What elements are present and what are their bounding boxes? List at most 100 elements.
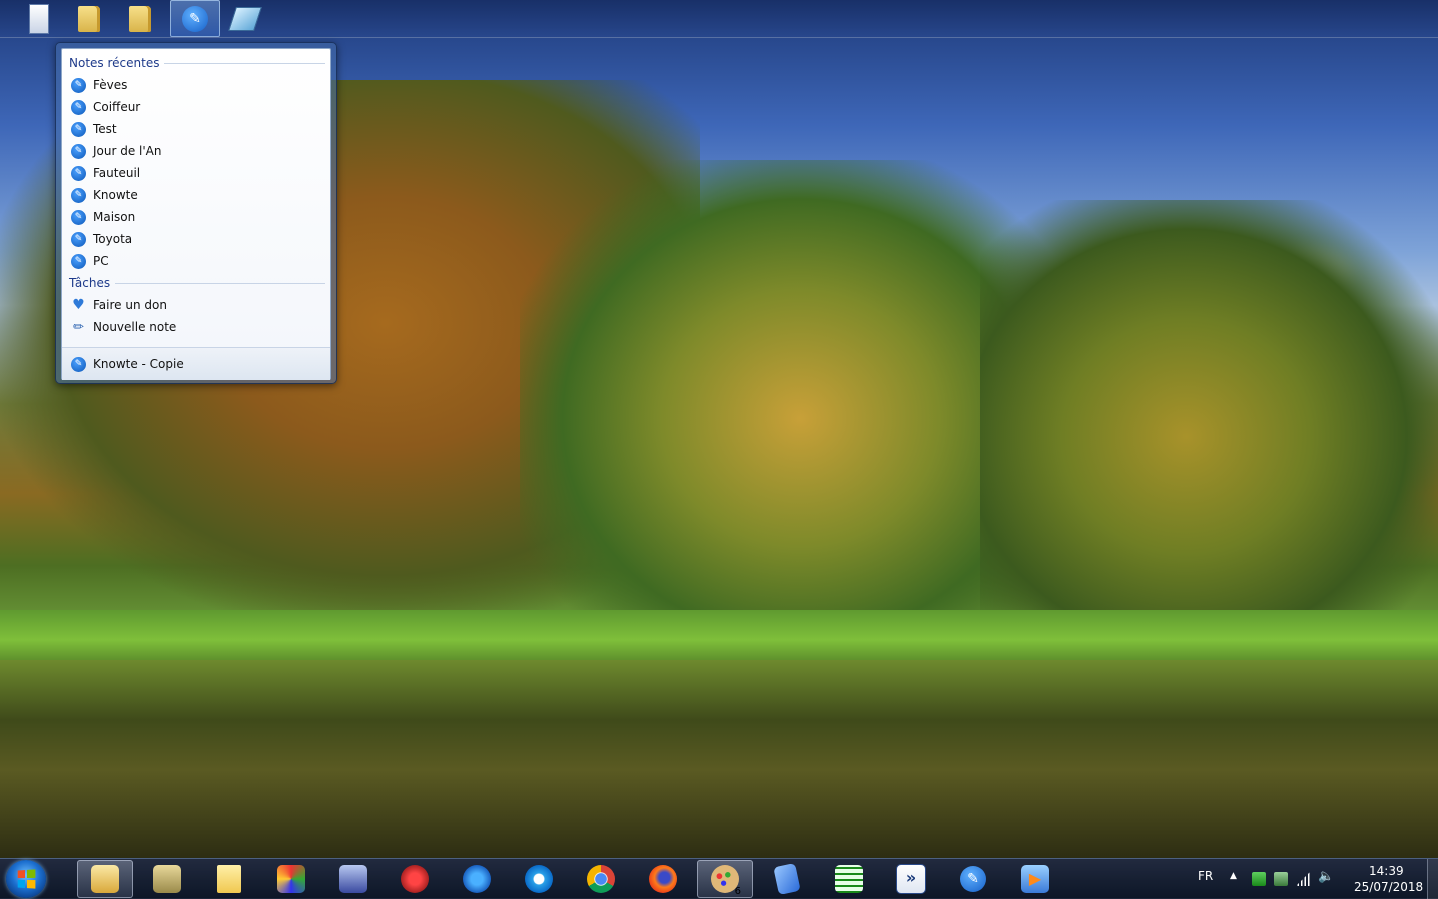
recent-note-item[interactable]: ✎ Knowte xyxy=(68,184,324,206)
recent-note-label: Coiffeur xyxy=(93,100,141,114)
clock-date[interactable]: 25/07/2018 xyxy=(1354,880,1423,894)
recent-note-item[interactable]: ✎ Coiffeur xyxy=(68,96,324,118)
scanner-icon xyxy=(339,865,367,893)
windows-logo-icon xyxy=(17,869,36,889)
taskbar-scanner[interactable] xyxy=(325,860,381,898)
taskbar-knowte[interactable]: ✎ xyxy=(945,860,1001,898)
tray-expand-arrow-icon[interactable]: ▲ xyxy=(1230,871,1237,881)
chrome-icon xyxy=(587,865,615,893)
task-label: Nouvelle note xyxy=(93,320,177,334)
knowte-pen-icon: ✎ xyxy=(71,77,86,93)
top-btn-knowte[interactable]: ✎ xyxy=(170,0,220,37)
task-label: Faire un don xyxy=(93,298,167,312)
folder-icon xyxy=(129,5,151,32)
recent-note-label: Knowte xyxy=(93,188,138,202)
wallpaper-lake xyxy=(0,660,1438,860)
media-player-icon: ▶ xyxy=(1021,865,1049,893)
knowte-pen-icon: ✎ xyxy=(71,356,86,372)
clock-time[interactable]: 14:39 xyxy=(1369,864,1404,878)
knowte-pen-icon: ✎ xyxy=(71,209,86,225)
taskbar-file-explorer[interactable] xyxy=(77,860,133,898)
taskbar-remote-app[interactable]: » xyxy=(883,860,939,898)
recent-note-item[interactable]: ✎ Maison xyxy=(68,206,324,228)
window-count-badge: 6 xyxy=(734,886,741,897)
knowte-pen-icon: ✎ xyxy=(71,253,86,269)
recent-note-item[interactable]: ✎ Fauteuil xyxy=(68,162,324,184)
firefox-icon xyxy=(649,865,677,893)
knowte-pen-icon: ✎ xyxy=(71,231,86,247)
top-btn-eraser[interactable] xyxy=(220,0,270,37)
knowte-pen-icon: ✎ xyxy=(182,5,208,32)
knowte-pen-icon: ✎ xyxy=(71,121,86,137)
pinned-app-item[interactable]: ✎ Knowte - Copie xyxy=(68,353,324,375)
recent-notes-header-label: Notes récentes xyxy=(69,56,160,70)
taskbar-spreadsheet[interactable] xyxy=(821,860,877,898)
divider xyxy=(115,282,325,284)
recent-note-label: Fèves xyxy=(93,78,128,92)
recent-note-item[interactable]: ✎ PC xyxy=(68,250,324,272)
recent-note-label: Jour de l'An xyxy=(93,144,162,158)
taskbar-cube-app[interactable] xyxy=(263,860,319,898)
taskbar-network-folder[interactable] xyxy=(139,860,195,898)
recent-note-label: Toyota xyxy=(93,232,133,246)
taskbar-notepad[interactable] xyxy=(201,860,257,898)
recent-note-item[interactable]: ✎ Test xyxy=(68,118,324,140)
taskbar-book[interactable] xyxy=(759,860,815,898)
remote-arrows-icon: » xyxy=(896,864,926,894)
jump-list-panel: Notes récentes ✎ Fèves ✎ Coiffeur ✎ Test ✎ J… xyxy=(61,48,331,380)
knowte-pen-icon: ✎ xyxy=(71,99,86,115)
taskbar-ccleaner[interactable] xyxy=(387,860,443,898)
top-taskbar: ✎ xyxy=(0,0,1438,38)
knowte-pen-icon: ✎ xyxy=(71,187,86,203)
top-btn-folder-2[interactable] xyxy=(115,0,165,37)
ccleaner-icon xyxy=(401,865,429,893)
taskbar-media-player[interactable]: ▶ xyxy=(1007,860,1063,898)
show-desktop-button[interactable] xyxy=(1427,859,1438,899)
taskbar-malwarebytes[interactable] xyxy=(449,860,505,898)
recent-note-item[interactable]: ✎ Jour de l'An xyxy=(68,140,324,162)
jump-list: Notes récentes ✎ Fèves ✎ Coiffeur ✎ Test ✎ J… xyxy=(55,42,337,384)
notepad-icon xyxy=(217,865,241,893)
top-btn-folder-1[interactable] xyxy=(64,0,114,37)
taskbar-chrome[interactable] xyxy=(573,860,629,898)
tasks-header: Tâches xyxy=(69,273,325,293)
top-btn-notes-list[interactable] xyxy=(14,0,64,37)
pinned-app-label: Knowte - Copie xyxy=(93,357,184,371)
book-icon xyxy=(773,863,801,895)
jump-list-footer: ✎ Knowte - Copie xyxy=(62,347,330,380)
taskbar-paint[interactable]: 6 xyxy=(697,860,753,898)
recent-note-label: PC xyxy=(93,254,109,268)
divider xyxy=(164,62,325,64)
malwarebytes-icon xyxy=(463,865,491,893)
wallpaper-trees xyxy=(980,200,1438,630)
knowte-pen-icon: ✎ xyxy=(960,866,986,892)
taskbar-firefox[interactable] xyxy=(635,860,691,898)
network-signal-icon[interactable] xyxy=(1296,872,1310,886)
task-new-note[interactable]: ✏ Nouvelle note xyxy=(68,316,324,338)
language-indicator[interactable]: FR xyxy=(1198,869,1213,883)
update-shield-icon[interactable] xyxy=(1274,872,1288,886)
knowte-pen-icon: ✎ xyxy=(71,143,86,159)
volume-icon[interactable]: 🔈 xyxy=(1318,869,1334,884)
pen-icon: ✏ xyxy=(73,319,84,335)
task-donate[interactable]: ♥ Faire un don xyxy=(68,294,324,316)
security-check-icon[interactable] xyxy=(1252,872,1266,886)
knowte-pen-icon: ✎ xyxy=(71,165,86,181)
recent-note-item[interactable]: ✎ Toyota xyxy=(68,228,324,250)
heart-icon: ♥ xyxy=(72,296,85,313)
recent-note-label: Fauteuil xyxy=(93,166,141,180)
eraser-icon xyxy=(228,6,262,31)
cube-app-icon xyxy=(277,865,305,893)
notes-list-icon xyxy=(29,3,49,34)
network-folder-icon xyxy=(153,865,181,893)
file-explorer-icon xyxy=(91,865,119,893)
recent-notes-header: Notes récentes xyxy=(69,53,325,73)
recent-note-label: Maison xyxy=(93,210,136,224)
recent-note-item[interactable]: ✎ Fèves xyxy=(68,74,324,96)
taskbar-internet-explorer[interactable] xyxy=(511,860,567,898)
tasks-header-label: Tâches xyxy=(69,276,111,290)
internet-explorer-icon xyxy=(525,865,553,893)
folder-icon xyxy=(78,5,100,32)
start-button[interactable] xyxy=(6,860,46,898)
system-tray: FR ▲ 🔈 14:39 25/07/2018 xyxy=(1176,859,1438,899)
